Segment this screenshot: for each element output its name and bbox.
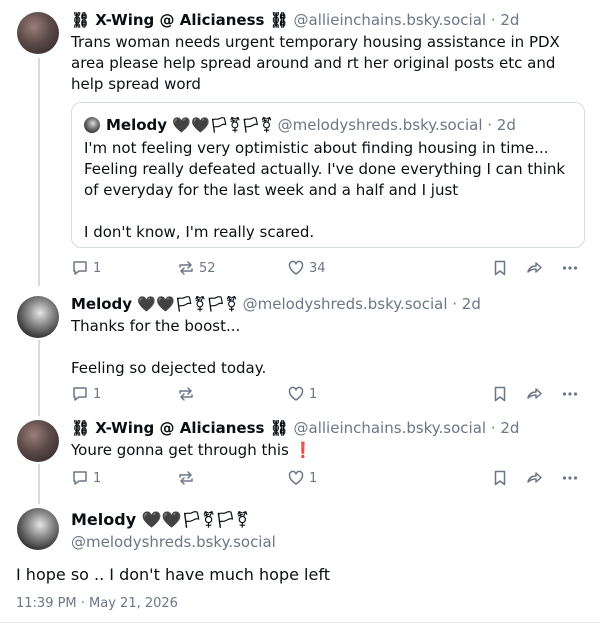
quote-time: · 2d xyxy=(482,116,516,134)
author-handle[interactable]: @allieinchains.bsky.social xyxy=(294,11,487,29)
author-handle[interactable]: @melodyshreds.bsky.social xyxy=(71,533,276,551)
more-button[interactable] xyxy=(561,384,579,404)
bookmark-button[interactable] xyxy=(491,384,509,404)
author-name[interactable]: ⛓ X-Wing @ Alicianess ⛓ xyxy=(71,419,289,437)
reply-icon xyxy=(73,471,87,485)
repost-button[interactable] xyxy=(177,384,199,404)
divider xyxy=(0,622,600,623)
reply-count: 1 xyxy=(93,260,102,276)
action-bar: 1 1 xyxy=(71,384,591,404)
reply-count: 1 xyxy=(93,470,102,486)
more-icon xyxy=(562,476,578,480)
quote-text: I'm not feeling very optimistic about fi… xyxy=(84,139,566,241)
like-icon xyxy=(288,260,304,275)
like-count: 34 xyxy=(309,260,326,276)
avatar[interactable] xyxy=(17,296,59,338)
avatar[interactable] xyxy=(17,420,59,462)
post-header: ⛓ X-Wing @ Alicianess ⛓ @allieinchains.b… xyxy=(71,418,519,438)
reply-button[interactable]: 1 xyxy=(71,258,101,278)
post-header: ⛓ X-Wing @ Alicianess ⛓ @allieinchains.b… xyxy=(71,10,519,30)
avatar[interactable] xyxy=(17,12,59,54)
bookmark-icon xyxy=(494,470,506,486)
author-handle[interactable]: @melodyshreds.bsky.social xyxy=(243,295,448,313)
post-2[interactable]: Melody 🖤🖤🏳⚧🏳⚧ @melodyshreds.bsky.social … xyxy=(0,290,600,412)
action-bar: 1 1 xyxy=(71,468,591,488)
like-count: 1 xyxy=(309,470,318,486)
post-time[interactable]: · 2d xyxy=(486,11,520,29)
reply-icon xyxy=(73,387,87,401)
like-button[interactable]: 34 xyxy=(287,258,326,278)
post-text: I hope so .. I don't have much hope left xyxy=(16,565,330,584)
post-time[interactable]: · 2d xyxy=(448,295,481,313)
repost-button[interactable] xyxy=(177,468,199,488)
bookmark-icon xyxy=(494,386,506,402)
quote-header: Melody 🖤🖤🏳⚧🏳⚧ @melodyshreds.bsky.social … xyxy=(106,115,516,135)
repost-count: 52 xyxy=(199,260,216,276)
like-button[interactable]: 1 xyxy=(287,384,317,404)
avatar[interactable] xyxy=(17,508,59,550)
reply-button[interactable]: 1 xyxy=(71,384,101,404)
repost-icon xyxy=(179,387,193,401)
action-bar: 1 52 34 xyxy=(71,258,591,278)
post-header: Melody 🖤🖤🏳⚧🏳⚧ @melodyshreds.bsky.social … xyxy=(71,294,481,314)
bookmark-button[interactable] xyxy=(491,258,509,278)
quote-author-handle: @melodyshreds.bsky.social xyxy=(277,116,483,134)
more-icon xyxy=(562,266,578,270)
quote-author-name: Melody 🖤🖤🏳⚧🏳⚧ xyxy=(106,116,273,134)
post-timestamp[interactable]: 11:39 PM · May 21, 2026 xyxy=(16,596,178,611)
bookmark-button[interactable] xyxy=(491,468,509,488)
post-text: Youre gonna get through this ❗ xyxy=(71,441,313,459)
author-name[interactable]: Melody 🖤🖤🏳⚧🏳⚧ xyxy=(71,295,238,313)
bookmark-icon xyxy=(494,260,506,276)
more-button[interactable] xyxy=(561,258,579,278)
reply-count: 1 xyxy=(93,386,102,402)
share-icon xyxy=(527,472,542,483)
post-text: Thanks for the boost... Feeling so dejec… xyxy=(71,317,267,377)
like-button[interactable]: 1 xyxy=(287,468,317,488)
post-1[interactable]: ⛓ X-Wing @ Alicianess ⛓ @allieinchains.b… xyxy=(0,0,600,290)
author-handle[interactable]: @allieinchains.bsky.social xyxy=(294,419,487,437)
post-text: Trans woman needs urgent temporary housi… xyxy=(71,33,565,93)
more-icon xyxy=(562,392,578,396)
post-time[interactable]: · 2d xyxy=(486,419,520,437)
share-icon xyxy=(527,262,542,273)
like-count: 1 xyxy=(309,386,318,402)
share-button[interactable] xyxy=(525,258,543,278)
more-button[interactable] xyxy=(561,468,579,488)
post-3[interactable]: ⛓ X-Wing @ Alicianess ⛓ @allieinchains.b… xyxy=(0,412,600,500)
repost-button[interactable]: 52 xyxy=(177,258,216,278)
like-icon xyxy=(288,470,304,485)
quote-avatar xyxy=(84,117,100,133)
reply-icon xyxy=(73,261,87,275)
reply-button[interactable]: 1 xyxy=(71,468,101,488)
share-button[interactable] xyxy=(525,384,543,404)
author-name[interactable]: ⛓ X-Wing @ Alicianess ⛓ xyxy=(71,11,289,29)
share-button[interactable] xyxy=(525,468,543,488)
quote-post[interactable]: Melody 🖤🖤🏳⚧🏳⚧ @melodyshreds.bsky.social … xyxy=(71,102,585,248)
author-name[interactable]: Melody 🖤🖤🏳⚧🏳⚧ xyxy=(71,510,249,529)
repost-icon xyxy=(179,471,193,485)
like-icon xyxy=(288,386,304,401)
repost-icon xyxy=(179,261,193,275)
share-icon xyxy=(527,388,542,399)
